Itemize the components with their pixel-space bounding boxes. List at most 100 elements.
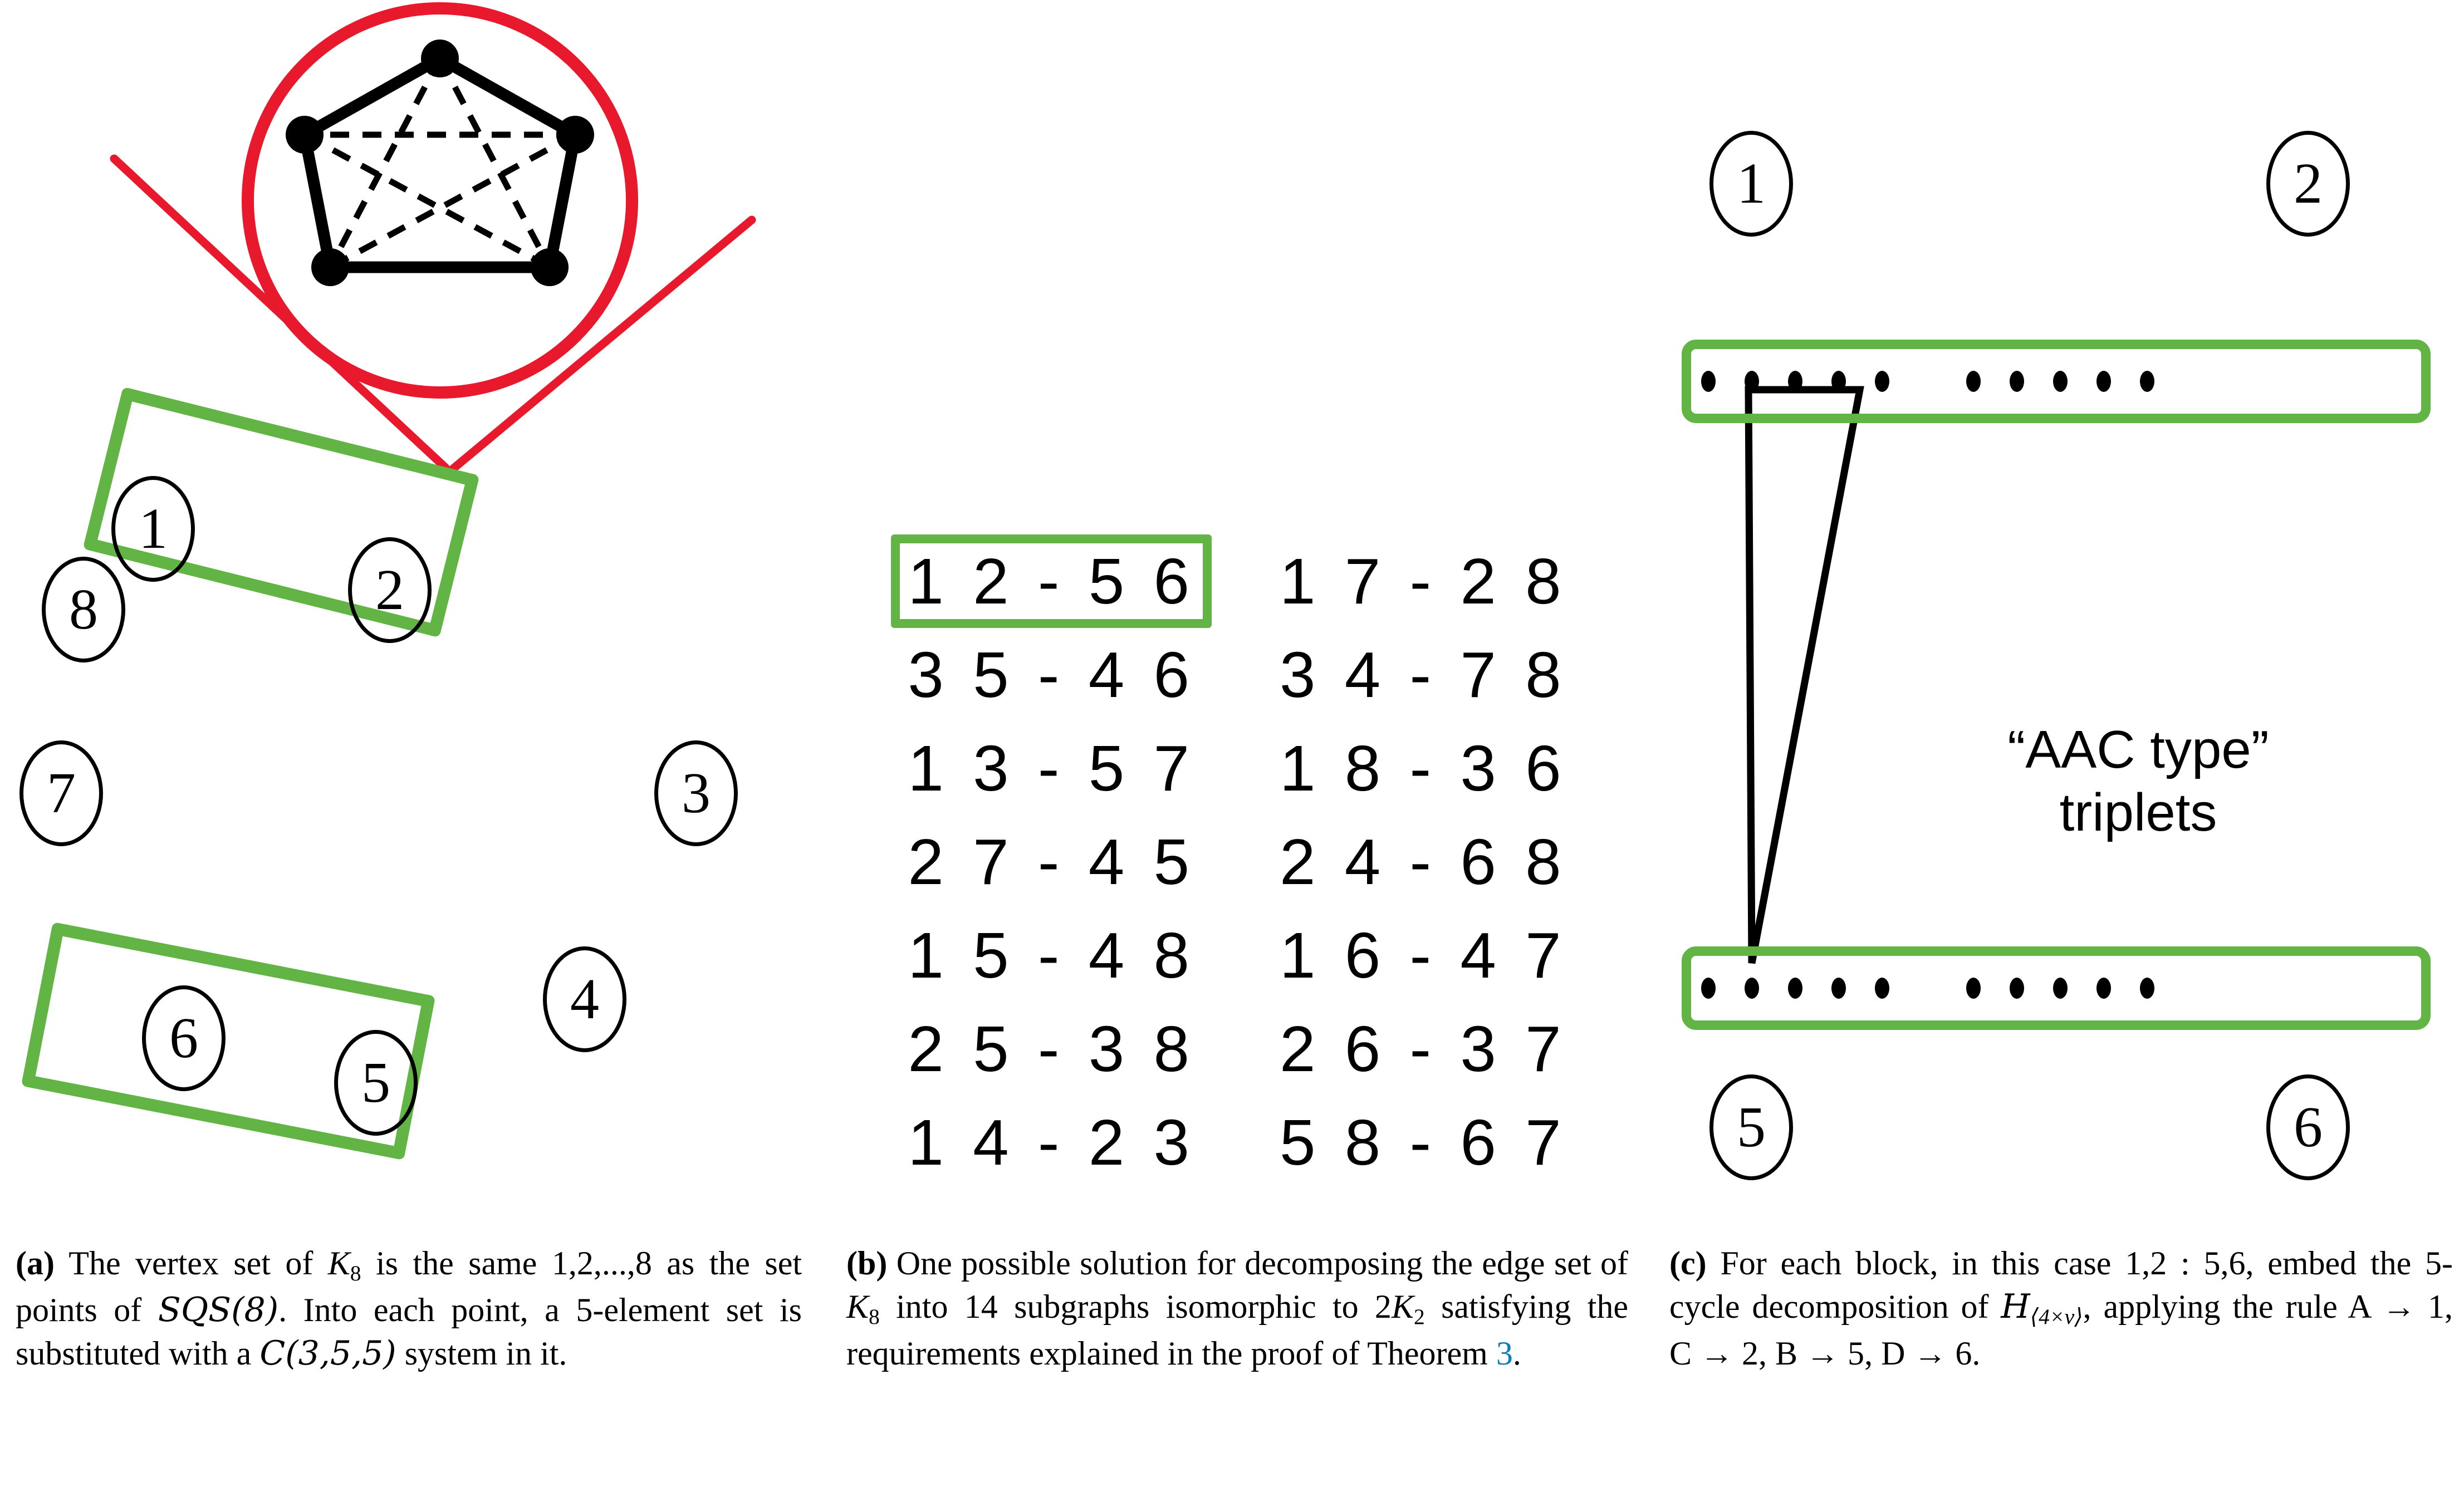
- point-dot[interactable]: [1831, 371, 1846, 392]
- point-dot[interactable]: [2053, 371, 2068, 392]
- theorem-reference-link[interactable]: 3: [1496, 1335, 1513, 1372]
- caption-a-label: (a): [16, 1245, 55, 1282]
- point-dot[interactable]: [1875, 371, 1889, 392]
- pair-row[interactable]: 3 5 - 4 6: [891, 628, 1212, 722]
- pentagon-dashed-edges: [303, 57, 577, 270]
- point-label-text: 6: [2294, 1095, 2323, 1159]
- caption-a-text-1: The vertex set of: [54, 1245, 328, 1282]
- vertex-node-1[interactable]: 1: [111, 476, 195, 582]
- caption-c: (c) For each block, in this case 1,2 : 5…: [1648, 1241, 2464, 1492]
- figure-root: 1 2 8 7 3 6 5 4 1 2 - 5 6 3 5 - 4 6 1 3 …: [0, 0, 2464, 1492]
- vertex-node-8[interactable]: 8: [42, 557, 125, 662]
- pair-row[interactable]: 1 6 - 4 7: [1265, 909, 1581, 1002]
- vertex-node-5[interactable]: 5: [334, 1030, 418, 1136]
- magnifier-lens-circle: [242, 2, 638, 399]
- vertex-label: 6: [169, 1006, 198, 1070]
- caption-c-sep-3: ,: [1864, 1334, 1882, 1372]
- point-dot[interactable]: [1966, 371, 1981, 392]
- pair-row[interactable]: 2 5 - 3 8: [891, 1002, 1212, 1096]
- point-dot[interactable]: [2096, 371, 2111, 392]
- aac-type-annotation: “AAC type” triplets: [2007, 720, 2269, 843]
- pair-decomposition-list: 1 2 - 5 6 3 5 - 4 6 1 3 - 5 7 2 7 - 4 5 …: [824, 534, 1648, 1189]
- caption-b-text-2: into 14 subgraphs isomorphic to 2: [879, 1288, 1392, 1325]
- caption-c-text-3: .: [1972, 1334, 1981, 1372]
- caption-a-k-sub: 8: [350, 1261, 361, 1286]
- pair-row[interactable]: 3 4 - 7 8: [1265, 628, 1581, 722]
- caption-c-sep-2: ,: [1758, 1334, 1776, 1372]
- rule-d-to-6: D → 6: [1881, 1334, 1972, 1372]
- pentagon-vertices: [286, 40, 594, 286]
- pair-column-left: 1 2 - 5 6 3 5 - 4 6 1 3 - 5 7 2 7 - 4 5 …: [891, 534, 1212, 1189]
- dot-row-bottom: [1701, 977, 2414, 999]
- point-label-1[interactable]: 1: [1709, 131, 1793, 237]
- caption-a-sqs: SQS(8): [158, 1290, 279, 1329]
- rule-c-to-2: C → 2: [1669, 1334, 1759, 1372]
- point-dot[interactable]: [1788, 978, 1802, 999]
- pair-row[interactable]: 2 4 - 6 8: [1265, 815, 1581, 909]
- vertex-node-7[interactable]: 7: [19, 740, 103, 846]
- caption-c-text-2: , applying the rule: [2083, 1288, 2348, 1325]
- pair-row[interactable]: 1 7 - 2 8: [1265, 534, 1581, 628]
- caption-b: (b) One possible solution for decomposin…: [824, 1241, 1648, 1492]
- point-dot[interactable]: [2140, 978, 2154, 999]
- caption-c-label: (c): [1669, 1245, 1707, 1282]
- caption-b-text-4: .: [1512, 1334, 1521, 1372]
- point-dot[interactable]: [1788, 371, 1802, 392]
- caption-c-sep-1: ,: [2445, 1288, 2453, 1325]
- point-dot[interactable]: [1701, 978, 1716, 999]
- point-dot[interactable]: [2010, 371, 2024, 392]
- vertex-label: 3: [682, 761, 711, 825]
- pair-row[interactable]: 1 5 - 4 8: [891, 909, 1212, 1002]
- point-dot[interactable]: [1831, 978, 1846, 999]
- point-dot[interactable]: [1701, 371, 1716, 392]
- vertex-label: 7: [47, 761, 76, 825]
- rule-a-to-1: A → 1: [2348, 1288, 2445, 1325]
- point-label-text: 5: [1737, 1095, 1766, 1159]
- panel-b: 1 2 - 5 6 3 5 - 4 6 1 3 - 5 7 2 7 - 4 5 …: [824, 0, 1648, 1241]
- caption-b-label: (b): [846, 1245, 888, 1282]
- caption-b-text-1: One possible solution for decomposing th…: [887, 1245, 1628, 1282]
- pair-row[interactable]: 1 4 - 2 3: [891, 1096, 1212, 1189]
- point-dot[interactable]: [2010, 978, 2024, 999]
- caption-a-k: K: [327, 1245, 350, 1282]
- caption-a-text-4: system in it.: [396, 1334, 567, 1372]
- caption-b-k-sub: 8: [869, 1304, 880, 1329]
- point-dot[interactable]: [2053, 978, 2068, 999]
- pair-row-highlighted[interactable]: 1 2 - 5 6: [891, 534, 1212, 628]
- point-dot[interactable]: [1966, 978, 1981, 999]
- vertex-label: 4: [570, 967, 599, 1031]
- caption-b-k: K: [846, 1288, 869, 1325]
- point-dot[interactable]: [2140, 371, 2154, 392]
- pentagon-solid-edges: [298, 51, 582, 273]
- point-label-2[interactable]: 2: [2266, 131, 2350, 237]
- point-label-6[interactable]: 6: [2266, 1074, 2350, 1180]
- caption-c-h-sub: ⟨4×v⟩: [2030, 1304, 2083, 1329]
- caption-b-k2-sub: 2: [1413, 1304, 1425, 1329]
- vertex-node-4[interactable]: 4: [543, 946, 626, 1052]
- vertex-label: 8: [69, 577, 98, 641]
- point-dot[interactable]: [1745, 371, 1759, 392]
- pair-row[interactable]: 2 6 - 3 7: [1265, 1002, 1581, 1096]
- point-label-5[interactable]: 5: [1709, 1074, 1793, 1180]
- pair-row[interactable]: 2 7 - 4 5: [891, 815, 1212, 909]
- vertex-node-3[interactable]: 3: [654, 740, 738, 846]
- dot-row-top: [1701, 370, 2414, 392]
- pair-row[interactable]: 1 8 - 3 6: [1265, 722, 1581, 815]
- vertex-node-6[interactable]: 6: [142, 985, 226, 1091]
- vertex-label: 1: [139, 497, 168, 561]
- pair-row[interactable]: 1 3 - 5 7: [891, 722, 1212, 815]
- vertex-label: 2: [375, 558, 404, 622]
- point-dot[interactable]: [2096, 978, 2111, 999]
- panel-a: 1 2 8 7 3 6 5 4: [0, 0, 824, 1241]
- caption-a-c355: C(3,5,5): [259, 1333, 396, 1373]
- rule-b-to-5: B → 5: [1775, 1334, 1865, 1372]
- pair-row[interactable]: 5 8 - 6 7: [1265, 1096, 1581, 1189]
- point-dot[interactable]: [1875, 978, 1889, 999]
- point-label-text: 2: [2294, 151, 2323, 215]
- pair-column-right: 1 7 - 2 8 3 4 - 7 8 1 8 - 3 6 2 4 - 6 8 …: [1265, 534, 1581, 1189]
- caption-a: (a) The vertex set of K8 is the same 1,2…: [0, 1241, 824, 1492]
- point-dot[interactable]: [1745, 978, 1759, 999]
- caption-c-h: H: [2001, 1287, 2030, 1326]
- vertex-node-2[interactable]: 2: [348, 537, 432, 643]
- point-label-text: 1: [1737, 151, 1766, 215]
